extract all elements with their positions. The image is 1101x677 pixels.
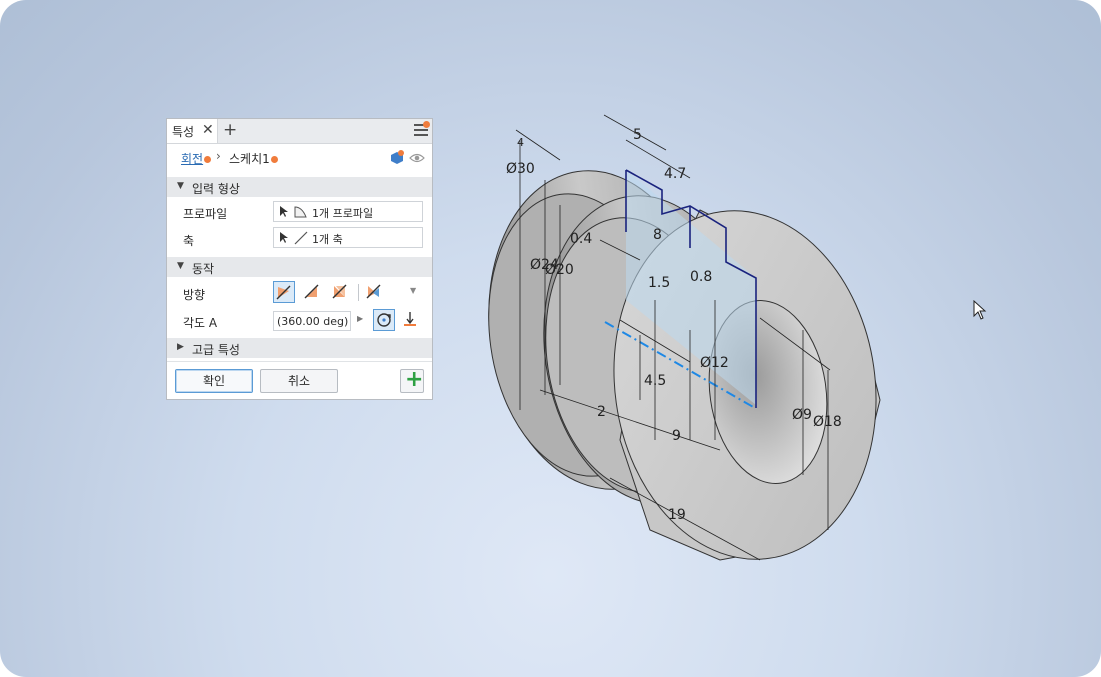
dim-2[interactable]: 2 [597, 404, 606, 420]
dim-dia-12[interactable]: Ø12 [700, 355, 729, 371]
dim-dia-18[interactable]: Ø18 [813, 414, 842, 430]
section-input-geometry[interactable]: ▼ 입력 형상 [167, 177, 432, 197]
profile-selector[interactable]: 1개 프로파일 [273, 201, 423, 222]
dim-4[interactable]: 4 [517, 136, 524, 149]
angle-value: (360.00 deg) [277, 315, 349, 328]
dim-dia-30[interactable]: Ø30 [506, 161, 535, 177]
angle-label: 각도 A [183, 316, 218, 330]
tab-properties[interactable]: 특성 ✕ [167, 119, 218, 143]
axis-value: 1개 축 [312, 233, 343, 246]
direction-separator [358, 284, 359, 301]
appearance-icon[interactable] [389, 150, 405, 166]
properties-panel: 특성 ✕ + 회전 › 스케치1 ▼ 입력 형상 프로파일 1개 프로파일 축 … [166, 118, 433, 400]
graphics-viewport[interactable]: 5 4 4.7 Ø30 8 0.4 Ø24 Ø20 0.8 1.5 Ø12 4.… [0, 0, 1101, 677]
to-face-button[interactable] [400, 309, 422, 331]
section-advanced[interactable]: ▶ 고급 특성 [167, 338, 432, 358]
direction-symmetric-icon [332, 284, 347, 299]
profile-label: 프로파일 [183, 207, 228, 221]
dim-0-8[interactable]: 0.8 [690, 269, 712, 285]
dim-1-5[interactable]: 1.5 [648, 275, 670, 291]
panel-tab-bar: 특성 ✕ + [167, 119, 432, 144]
angle-menu-arrow-icon[interactable]: ▶ [357, 314, 363, 323]
axis-label: 축 [183, 234, 195, 248]
direction-flipped-button[interactable] [302, 281, 324, 303]
plus-icon: + [405, 367, 424, 392]
tab-close-icon[interactable]: ✕ [202, 122, 214, 138]
select-arrow-icon [280, 232, 288, 243]
axis-line-icon [294, 231, 308, 245]
direction-symmetric-button[interactable] [330, 281, 352, 303]
direction-label: 방향 [183, 288, 206, 302]
axis-selector[interactable]: 1개 축 [273, 227, 423, 248]
dim-dia-9[interactable]: Ø9 [792, 407, 812, 423]
apply-add-button[interactable]: + [400, 367, 424, 393]
tab-properties-label: 특성 [172, 125, 195, 139]
direction-default-button[interactable] [273, 281, 295, 303]
section-input-title: 입력 형상 [192, 182, 240, 196]
breadcrumb-feature-link[interactable]: 회전 [181, 150, 212, 167]
dim-9[interactable]: 9 [672, 428, 681, 444]
to-face-icon [404, 312, 416, 326]
dim-4-5[interactable]: 4.5 [644, 373, 666, 389]
breadcrumb-separator: › [216, 149, 221, 163]
cancel-button[interactable]: 취소 [260, 369, 338, 393]
dim-0-4[interactable]: 0.4 [570, 231, 592, 247]
full-revolve-button[interactable] [373, 309, 395, 331]
menu-notification-dot [423, 121, 430, 128]
select-arrow-icon [280, 206, 288, 217]
footer-divider [167, 361, 432, 362]
breadcrumb: 회전 › 스케치1 [167, 143, 432, 171]
mouse-cursor-icon [973, 300, 987, 320]
dim-dia-20[interactable]: Ø20 [545, 262, 574, 278]
ok-button[interactable]: 확인 [175, 369, 253, 393]
breadcrumb-sketch-link[interactable]: 스케치1 [229, 150, 278, 167]
section-advanced-title: 고급 특성 [192, 343, 240, 357]
direction-asymmetric-icon [366, 284, 381, 299]
direction-asymmetric-button[interactable] [364, 281, 386, 303]
direction-default-icon [276, 285, 291, 300]
dim-4-7[interactable]: 4.7 [664, 166, 686, 182]
direction-dropdown-arrow-icon[interactable]: ▼ [410, 286, 416, 295]
visibility-eye-icon[interactable] [409, 152, 425, 164]
angle-input[interactable]: (360.00 deg) [273, 311, 351, 331]
section-behavior-title: 동작 [192, 262, 215, 276]
section-behavior[interactable]: ▼ 동작 [167, 257, 432, 277]
add-tab-icon[interactable]: + [223, 120, 237, 140]
collapse-arrow-icon: ▼ [177, 181, 184, 191]
profile-shape-icon [294, 206, 307, 218]
dim-5[interactable]: 5 [633, 127, 642, 143]
dim-8[interactable]: 8 [653, 227, 662, 243]
dim-19[interactable]: 19 [668, 507, 686, 523]
full-revolve-icon [377, 313, 391, 327]
collapse-arrow-icon: ▼ [177, 261, 184, 271]
direction-flipped-icon [304, 284, 319, 299]
expand-arrow-icon: ▶ [177, 342, 184, 352]
profile-value: 1개 프로파일 [312, 207, 374, 220]
